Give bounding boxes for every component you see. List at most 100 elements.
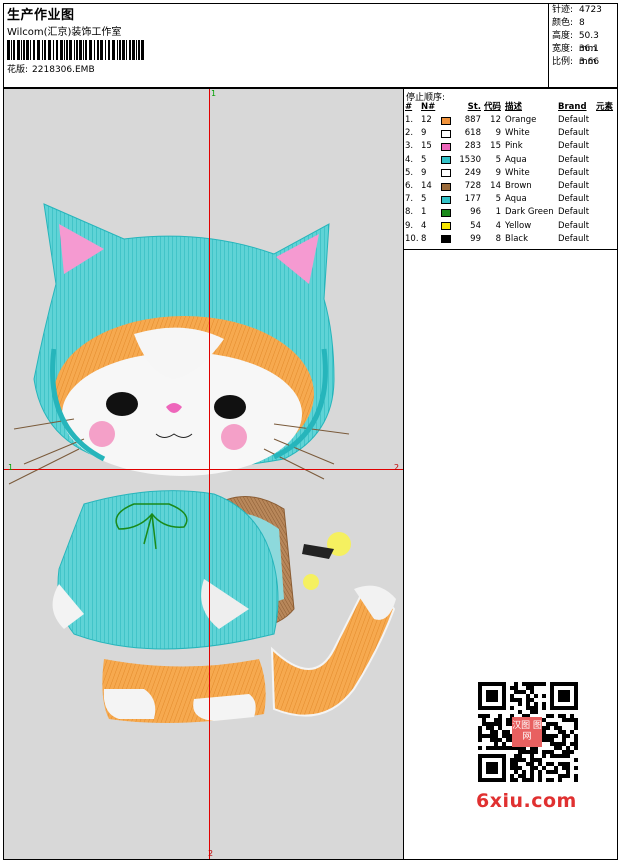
col-header: St. [467, 102, 481, 112]
color-swatch [441, 208, 457, 217]
design-file-label: 花版: [7, 65, 29, 75]
row-stitches: 99 [470, 233, 481, 244]
spec-label: 比例: [552, 57, 574, 67]
spec-label: 针迹: [552, 5, 574, 15]
spec-height: 高度: 50.3 mm [549, 30, 619, 54]
row-needle: 5 [421, 154, 427, 165]
row-needle: 5 [421, 194, 427, 205]
row-desc: Brown [505, 180, 532, 191]
row-desc: Black [505, 233, 528, 244]
row-index: 6. [405, 180, 414, 191]
row-index: 3. [405, 141, 414, 152]
col-header: 描述 [505, 102, 523, 112]
row-brand: Default [558, 115, 590, 125]
stop-sequence-header: # N# St. 代码 描述 Brand 元素 [404, 101, 617, 114]
row-index: 8. [405, 207, 414, 218]
color-swatch [441, 195, 457, 204]
table-row: 9. 4 54 4 Yellow Default [404, 220, 617, 233]
row-needle: 4 [421, 220, 427, 231]
crosshair-horizontal [4, 469, 403, 470]
row-needle: 1 [421, 207, 427, 218]
table-row: 3. 15 283 15 Pink Default [404, 140, 617, 153]
header: 生产作业图 Wilcom(汇京)装饰工作室 花版: 2218306.EMB 针迹:… [3, 3, 618, 88]
origin-mark-top: 1 [211, 89, 217, 98]
spec-stitches: 针迹: 4723 [549, 4, 619, 17]
row-brand: Default [558, 180, 590, 191]
spec-value: 3.66 [579, 57, 600, 67]
spec-label: 颜色: [552, 18, 574, 28]
row-desc: Orange [505, 115, 537, 125]
row-brand: Default [558, 167, 590, 178]
spec-label: 高度: [552, 31, 574, 41]
production-sheet: 生产作业图 Wilcom(汇京)装饰工作室 花版: 2218306.EMB 针迹:… [0, 0, 620, 861]
color-swatch [441, 169, 457, 178]
spec-value: 4723 [579, 5, 602, 15]
origin-mark-left: 1 [8, 463, 14, 472]
col-header: 元素 [596, 102, 614, 112]
row-index: 10. [405, 233, 419, 244]
row-desc: Dark Green [505, 207, 554, 218]
row-code: 8 [495, 233, 501, 244]
spec-value: 50.3 mm [578, 31, 599, 54]
specs-panel: 针迹: 4723 颜色: 8 高度: 50.3 mm 宽度: 36.1 mm 比例: 3.… [548, 4, 619, 87]
watermark-site: 6xiu.com [476, 790, 577, 812]
color-swatch [441, 235, 457, 244]
qr-code: 汉图 图网 [472, 681, 584, 783]
table-row: 8. 1 96 1 Dark Green Default [404, 206, 617, 219]
row-brand: Default [558, 194, 590, 205]
table-row: 4. 5 1530 5 Aqua Default [404, 154, 617, 167]
row-brand: Default [558, 141, 590, 152]
row-brand: Default [558, 207, 590, 218]
qr-center-logo: 汉图 图网 [512, 717, 542, 747]
row-index: 7. [405, 194, 414, 205]
row-needle: 14 [421, 180, 432, 191]
row-code: 15 [490, 141, 501, 152]
row-stitches: 54 [470, 220, 481, 231]
row-stitches: 728 [464, 180, 481, 191]
spec-scale: 比例: 3.66 [549, 56, 619, 69]
page-title: 生产作业图 [7, 8, 75, 23]
row-stitches: 618 [464, 128, 481, 139]
row-needle: 12 [421, 115, 432, 125]
row-index: 1. [405, 115, 414, 125]
col-header: 代码 [483, 102, 501, 112]
spec-colors: 颜色: 8 [549, 17, 619, 30]
row-desc: Aqua [505, 194, 527, 205]
table-row: 1. 12 887 12 Orange Default [404, 114, 617, 127]
row-stitches: 887 [464, 115, 481, 125]
row-index: 9. [405, 220, 414, 231]
stop-sequence-rows: 1. 12 887 12 Orange Default 2. 9 618 9 White Defau… [404, 114, 617, 246]
row-desc: White [505, 128, 530, 139]
color-swatch [441, 182, 457, 191]
row-code: 5 [495, 194, 501, 205]
end-mark-bottom: 2 [208, 849, 214, 858]
row-stitches: 249 [464, 167, 481, 178]
row-desc: Yellow [505, 220, 532, 231]
stop-sequence-title: 停止顺序: [406, 93, 446, 103]
row-code: 9 [495, 128, 501, 139]
row-index: 4. [405, 154, 414, 165]
row-brand: Default [558, 154, 590, 165]
color-swatch [441, 222, 457, 231]
row-brand: Default [558, 220, 590, 231]
table-row: 5. 9 249 9 White Default [404, 167, 617, 180]
row-desc: White [505, 167, 530, 178]
spec-value: 8 [579, 18, 585, 28]
row-stitches: 96 [470, 207, 481, 218]
row-needle: 8 [421, 233, 427, 244]
color-swatch [441, 142, 457, 151]
row-index: 5. [405, 167, 414, 178]
color-swatch [441, 129, 457, 138]
row-stitches: 283 [464, 141, 481, 152]
row-stitches: 177 [464, 194, 481, 205]
table-row: 7. 5 177 5 Aqua Default [404, 193, 617, 206]
table-row: 2. 9 618 9 White Default [404, 127, 617, 140]
embroidery-cat-illustration [8, 203, 396, 723]
row-stitches: 1530 [459, 154, 481, 165]
end-mark-right: 2 [394, 463, 400, 472]
table-row: 6. 14 728 14 Brown Default [404, 180, 617, 193]
col-header: N# [421, 102, 436, 112]
color-swatch [441, 156, 457, 165]
row-brand: Default [558, 128, 590, 139]
row-code: 14 [490, 180, 501, 191]
